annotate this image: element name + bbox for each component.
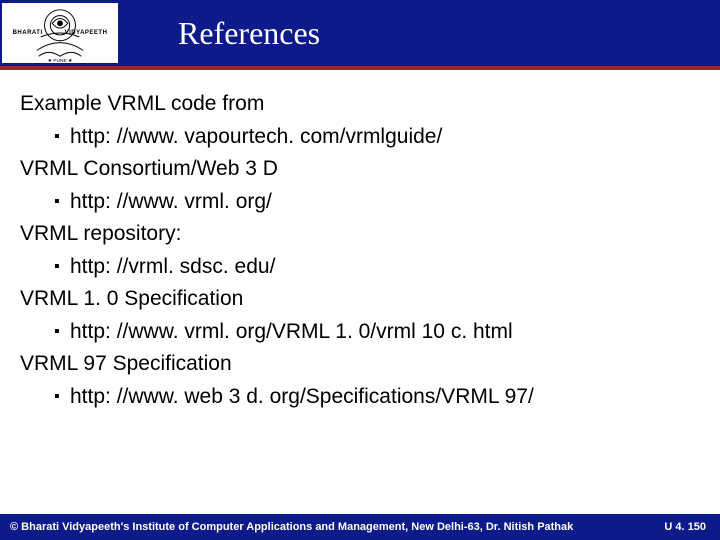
- footer-attribution: © Bharati Vidyapeeth's Institute of Comp…: [10, 521, 573, 533]
- reference-label: VRML 1. 0 Specification: [20, 283, 696, 316]
- slide-header: ★ PUNE ★ BHARATI VIDYAPEETH References: [0, 0, 720, 66]
- institution-logo: ★ PUNE ★ BHARATI VIDYAPEETH: [0, 1, 120, 65]
- reference-url: http: //www. vrml. org/VRML 1. 0/vrml 10…: [20, 316, 696, 349]
- footer-page-number: U 4. 150: [664, 521, 706, 533]
- svg-text:★ PUNE ★: ★ PUNE ★: [48, 58, 73, 64]
- reference-label: VRML Consortium/Web 3 D: [20, 153, 696, 186]
- slide-root: ★ PUNE ★ BHARATI VIDYAPEETH References E…: [0, 0, 720, 540]
- reference-url: http: //www. vrml. org/: [20, 186, 696, 219]
- logo-text-wrap: BHARATI VIDYAPEETH: [13, 30, 108, 36]
- reference-url: http: //www. web 3 d. org/Specifications…: [20, 381, 696, 414]
- logo-text-right: VIDYAPEETH: [65, 30, 108, 36]
- logo-text-left: BHARATI: [13, 30, 43, 36]
- slide-title: References: [178, 15, 320, 52]
- reference-label: Example VRML code from: [20, 88, 696, 121]
- reference-url: http: //www. vapourtech. com/vrmlguide/: [20, 121, 696, 154]
- reference-label: VRML 97 Specification: [20, 348, 696, 381]
- reference-label: VRML repository:: [20, 218, 696, 251]
- slide-footer: © Bharati Vidyapeeth's Institute of Comp…: [0, 514, 720, 540]
- slide-body: Example VRML code from http: //www. vapo…: [0, 70, 720, 514]
- reference-url: http: //vrml. sdsc. edu/: [20, 251, 696, 284]
